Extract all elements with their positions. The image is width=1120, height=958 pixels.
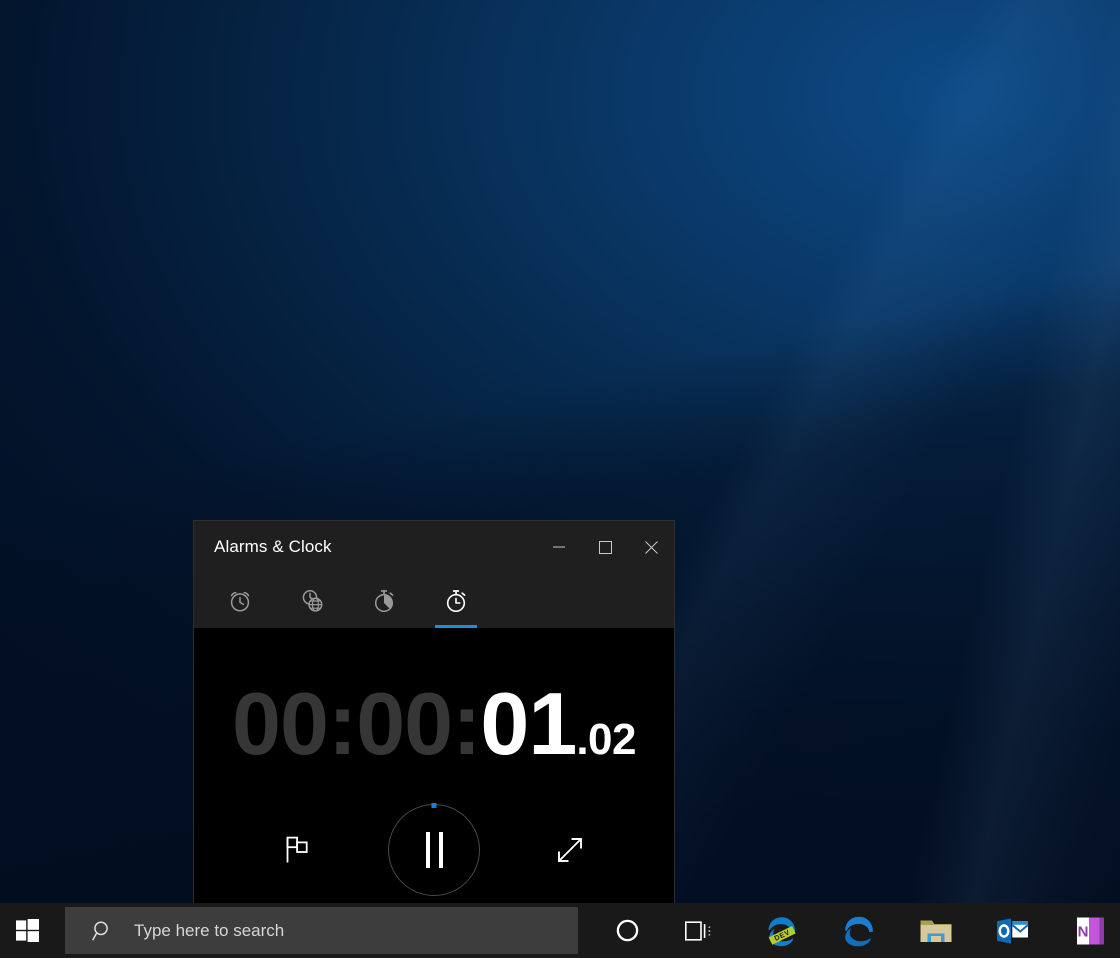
flag-icon xyxy=(286,836,308,863)
minutes-value: 00 xyxy=(356,674,453,773)
alarms-and-clock-window: Alarms & Clock 00:00:01.02 xyxy=(193,520,675,903)
cortana-circle-icon xyxy=(616,919,639,942)
elapsed-time-display: 00:00:01.02 xyxy=(194,680,674,768)
expand-button[interactable] xyxy=(538,818,602,882)
tab-alarm[interactable] xyxy=(204,573,276,628)
expand-diagonal-icon xyxy=(558,838,582,862)
seconds-value: 01 xyxy=(480,674,577,773)
minimize-icon xyxy=(553,546,565,548)
pause-button[interactable] xyxy=(388,803,480,896)
title-bar[interactable]: Alarms & Clock xyxy=(194,521,674,573)
outlook-icon xyxy=(997,917,1029,944)
file-explorer-button[interactable] xyxy=(908,903,963,958)
search-input[interactable]: Type here to search xyxy=(65,907,578,954)
app-title: Alarms & Clock xyxy=(214,537,332,556)
alarm-clock-icon xyxy=(230,591,250,612)
outlook-button[interactable] xyxy=(985,903,1040,958)
edge-button[interactable] xyxy=(831,903,886,958)
tab-strip xyxy=(194,573,674,628)
stopwatch-controls xyxy=(194,800,674,900)
close-icon xyxy=(644,540,658,554)
edge-dev-button[interactable]: DEV xyxy=(754,903,809,958)
minimize-button[interactable] xyxy=(536,521,582,573)
stopwatch-icon xyxy=(446,589,466,612)
edge-icon xyxy=(844,916,873,946)
close-button[interactable] xyxy=(628,521,674,573)
search-icon xyxy=(92,921,108,940)
task-view-icon xyxy=(684,920,710,941)
start-button[interactable] xyxy=(0,903,55,958)
cortana-button[interactable] xyxy=(600,903,655,958)
desktop[interactable]: Alarms & Clock 00:00:01.02 Type here to … xyxy=(0,0,1120,958)
svg-text:DEV: DEV xyxy=(772,927,791,942)
stopwatch-panel: 00:00:01.02 xyxy=(194,628,674,903)
progress-tick-indicator xyxy=(431,803,437,808)
maximize-button[interactable] xyxy=(582,521,628,573)
taskbar: Type here to search DEV N xyxy=(0,903,1120,958)
folder-icon xyxy=(920,920,951,942)
time-separator-2: : xyxy=(452,674,481,773)
onenote-button[interactable]: N xyxy=(1062,903,1117,958)
world-clock-icon xyxy=(302,589,323,612)
window-controls xyxy=(536,521,674,573)
tab-timer[interactable] xyxy=(348,573,420,628)
task-view-button[interactable] xyxy=(671,903,726,958)
hours-value: 00 xyxy=(232,674,329,773)
edge-dev-icon: DEV xyxy=(768,916,796,946)
tab-world-clock[interactable] xyxy=(276,573,348,628)
time-separator-1: : xyxy=(327,674,357,773)
lap-button[interactable] xyxy=(266,818,330,882)
onenote-icon: N xyxy=(1076,917,1104,944)
search-placeholder: Type here to search xyxy=(134,920,285,940)
tab-stopwatch[interactable] xyxy=(420,573,492,628)
timer-icon xyxy=(374,589,394,612)
pause-icon xyxy=(425,832,443,868)
maximize-icon xyxy=(598,540,612,554)
svg-text:N: N xyxy=(1077,923,1088,940)
windows-logo-icon xyxy=(16,919,39,942)
fraction-value: .02 xyxy=(576,715,636,764)
